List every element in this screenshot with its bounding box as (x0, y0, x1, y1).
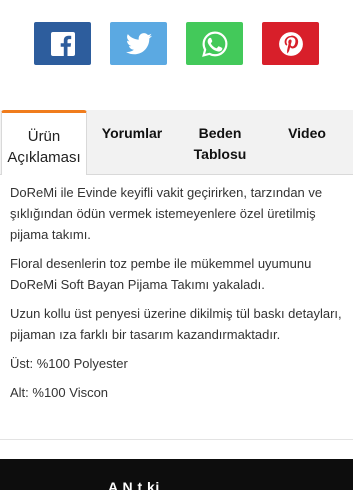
tab-comments-label: Yorumlar (101, 125, 163, 141)
product-description-content: DoReMi ile Evinde keyifli vakit geçirirk… (10, 182, 346, 411)
tab-size-chart-label: Beden Tablosu (193, 125, 247, 162)
tab-size-chart[interactable]: Beden Tablosu (177, 110, 263, 174)
facebook-icon (50, 31, 75, 56)
description-paragraph: Floral desenlerin toz pembe ile mükemmel… (10, 256, 312, 292)
facebook-share-button[interactable] (34, 22, 91, 65)
pinterest-icon (278, 31, 304, 57)
tab-product-description[interactable]: Ürün Açıklaması (1, 110, 87, 175)
description-material-top: Üst: %100 Polyester (10, 356, 128, 371)
share-buttons-row (0, 0, 353, 88)
tab-comments[interactable]: Yorumlar (89, 110, 175, 174)
footer-text: A N t ki (108, 479, 160, 490)
tab-video-label: Video (288, 125, 326, 141)
description-paragraph: DoReMi ile Evinde keyifli vakit geçirirk… (10, 185, 323, 242)
whatsapp-share-button[interactable] (186, 22, 243, 65)
section-divider (0, 439, 353, 440)
pinterest-share-button[interactable] (262, 22, 319, 65)
whatsapp-icon (201, 31, 228, 57)
tab-video[interactable]: Video (264, 110, 350, 174)
product-detail-page: Ürün Açıklaması Yorumlar Beden Tablosu V… (0, 0, 353, 490)
product-tabs: Ürün Açıklaması Yorumlar Beden Tablosu V… (0, 110, 353, 175)
description-material-bottom: Alt: %100 Viscon (10, 385, 109, 400)
tab-product-description-label: Ürün Açıklaması (7, 128, 81, 166)
footer-bar: A N t ki (0, 459, 353, 490)
twitter-share-button[interactable] (110, 22, 167, 65)
twitter-icon (125, 32, 152, 55)
description-paragraph: Uzun kollu üst penyesi üzerine dikilmiş … (10, 306, 342, 342)
